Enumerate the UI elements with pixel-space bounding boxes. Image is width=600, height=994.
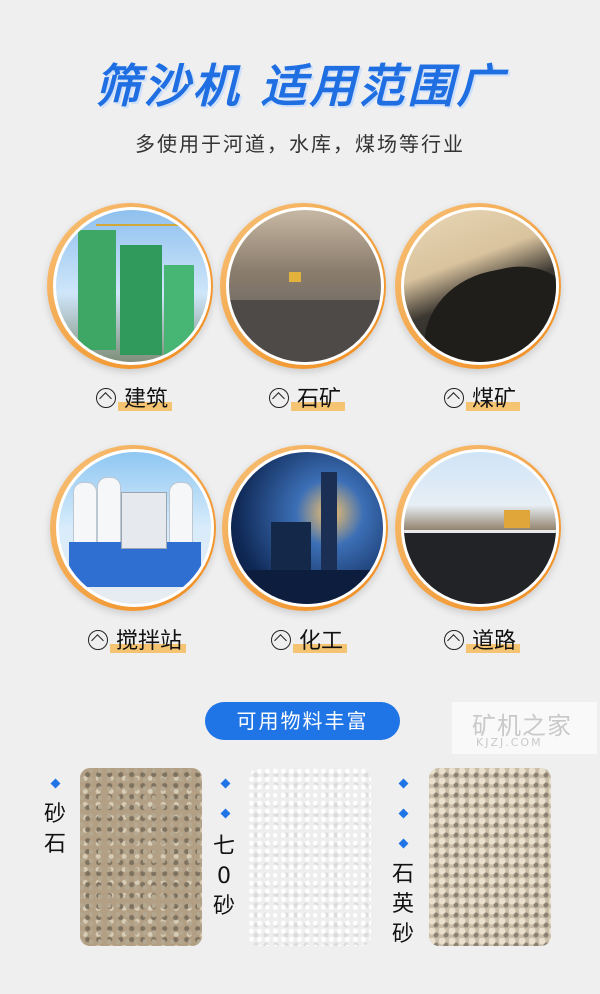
- application-label: 建筑: [47, 381, 217, 413]
- material-label-quartz-sand: 石 英 砂: [391, 862, 414, 947]
- quarry-image: [226, 207, 384, 365]
- application-mixing-station: 搅拌站: [50, 445, 220, 675]
- application-chemical: 化工: [222, 445, 392, 675]
- up-arrow-circle-icon: [270, 630, 291, 650]
- image-ring: [395, 203, 561, 369]
- diamond-bullet-icon: [398, 778, 409, 789]
- diamond-bullet-icon: [220, 778, 231, 789]
- application-label: 搅拌站: [50, 623, 220, 655]
- application-building: 建筑: [47, 203, 217, 433]
- up-arrow-circle-icon: [95, 388, 116, 408]
- up-arrow-circle-icon: [87, 630, 108, 650]
- diamond-bullet-icon: [398, 808, 409, 819]
- application-label: 煤矿: [395, 381, 565, 413]
- plant-tower: [121, 492, 167, 549]
- up-arrow-circle-icon: [443, 630, 464, 650]
- sand-sample-image: [80, 768, 202, 946]
- application-coal: 煤矿: [395, 203, 565, 433]
- image-ring: [47, 203, 213, 369]
- application-label: 道路: [395, 623, 565, 655]
- watermark: 矿机之家 KJZJ.COM: [452, 702, 597, 754]
- material-label-sand: 砂 石: [43, 802, 66, 857]
- application-label: 石矿: [220, 381, 390, 413]
- chimney: [321, 472, 337, 582]
- application-road: 道路: [395, 445, 565, 675]
- chemical-plant-image: [228, 449, 386, 607]
- asphalt: [404, 532, 556, 604]
- building-tower: [78, 230, 116, 350]
- building-tower: [164, 265, 194, 355]
- image-ring: [220, 203, 386, 369]
- page-title: 筛沙机 适用范围广: [94, 59, 506, 113]
- up-arrow-circle-icon: [443, 388, 464, 408]
- crane-arm: [96, 224, 186, 226]
- materials-badge: 可用物料丰富: [205, 702, 400, 740]
- coal-image: [401, 207, 559, 365]
- silo: [97, 477, 121, 544]
- diamond-bullet-icon: [220, 808, 231, 819]
- diamond-bullet-icon: [398, 838, 409, 849]
- road-image: [401, 449, 559, 607]
- roller: [504, 510, 530, 528]
- building-tower: [120, 245, 162, 355]
- diamond-bullet-icon: [50, 778, 61, 789]
- image-ring: [395, 445, 561, 611]
- application-label: 化工: [222, 623, 392, 655]
- page-subtitle: 多使用于河道，水库，煤场等行业: [135, 132, 465, 156]
- image-ring: [50, 445, 216, 611]
- white-sand-sample-image: [249, 768, 371, 946]
- coal-heap: [411, 254, 556, 362]
- rock-pile: [229, 300, 381, 362]
- watermark-sub: KJZJ.COM: [476, 736, 543, 749]
- mixing-station-image: [56, 449, 214, 607]
- plant-ground: [231, 570, 383, 604]
- silo: [73, 482, 97, 544]
- quartz-sand-sample-image: [429, 768, 551, 946]
- silo: [169, 482, 193, 544]
- up-arrow-circle-icon: [268, 388, 289, 408]
- application-quarry: 石矿: [220, 203, 390, 433]
- image-ring: [222, 445, 388, 611]
- material-label-70-sand: 七 0 砂: [212, 834, 235, 919]
- building-image: [53, 207, 211, 365]
- excavator: [289, 272, 301, 282]
- road-edge: [404, 530, 556, 533]
